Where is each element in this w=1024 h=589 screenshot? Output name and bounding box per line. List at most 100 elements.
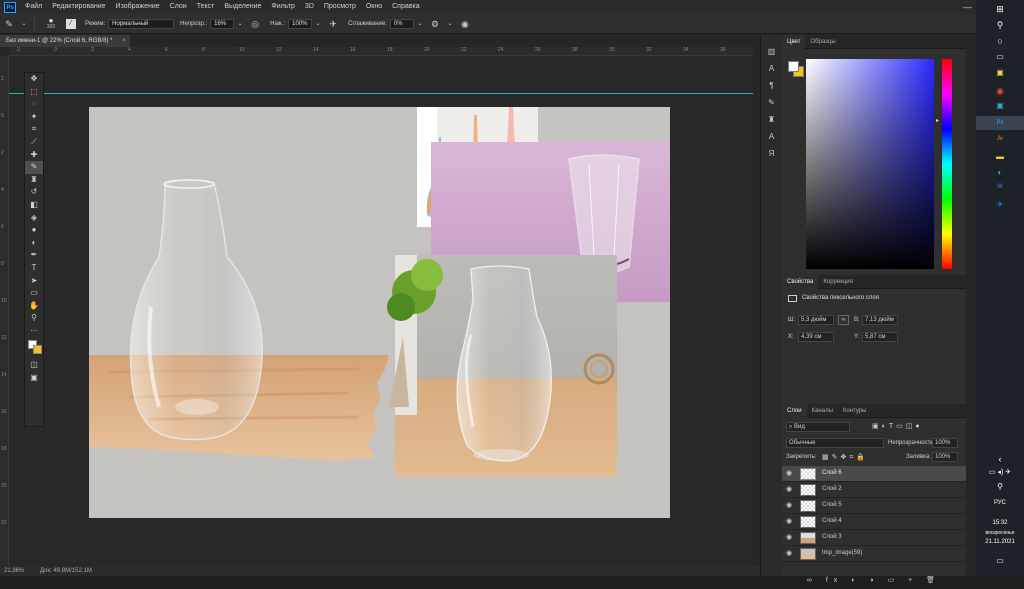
eye-icon[interactable]: ◉ xyxy=(786,485,792,493)
glyphs-panel-icon[interactable]: A xyxy=(761,128,782,145)
quick-mask-icon[interactable]: ◫ xyxy=(25,359,43,372)
menu-layers[interactable]: Слои xyxy=(165,0,192,14)
tab-adjustments[interactable]: Коррекция xyxy=(818,275,858,289)
layer-row[interactable]: ◉ Слой 4 xyxy=(782,514,966,530)
chevron-down-icon[interactable]: ⌄ xyxy=(417,18,423,30)
tab-paths[interactable]: Контуры xyxy=(838,404,872,418)
menu-edit[interactable]: Редактирование xyxy=(47,0,110,14)
clock-time[interactable]: 15:32 xyxy=(976,520,1024,526)
tab-channels[interactable]: Каналы xyxy=(807,404,838,418)
dodge-tool-icon[interactable]: ◐ xyxy=(25,237,43,250)
zoom-level[interactable]: 21,96% xyxy=(4,568,24,574)
color-field[interactable] xyxy=(806,59,934,269)
color-swatches[interactable] xyxy=(25,337,43,359)
smoothing-input[interactable]: 0% xyxy=(389,18,414,29)
x-input[interactable]: 4,39 см xyxy=(798,332,834,342)
brush-preset-picker[interactable]: ● 300 xyxy=(42,16,60,30)
hand-tool-icon[interactable]: ✋ xyxy=(25,300,43,313)
screen-mode-icon[interactable]: ▣ xyxy=(25,372,43,385)
hue-slider[interactable] xyxy=(942,59,952,269)
layer-footer-icons[interactable]: ∞ fx ◐ ◑ ▭ + 🗑 xyxy=(807,577,941,584)
mode-select[interactable]: Нормальный xyxy=(108,18,175,29)
y-input[interactable]: 5,87 см xyxy=(862,332,898,342)
brush-settings-icon[interactable]: ⁄ xyxy=(66,18,76,29)
eye-icon[interactable]: ◉ xyxy=(786,533,792,541)
glyph-style-panel-icon[interactable]: Я xyxy=(761,145,782,162)
pen-tool-icon[interactable]: ✒ xyxy=(25,249,43,262)
magic-wand-tool-icon[interactable]: ✦ xyxy=(25,111,43,124)
ruler-horizontal[interactable]: 2 0 2 4 6 8 10 12 14 16 18 20 22 24 26 28 30 32 34 36 xyxy=(9,47,753,56)
menu-filter[interactable]: Фильтр xyxy=(266,0,300,14)
crop-tool-icon[interactable]: ⌗ xyxy=(25,123,43,136)
store-icon[interactable]: ▣ xyxy=(976,68,1024,77)
character-panel-icon[interactable]: A xyxy=(761,60,782,77)
word-icon[interactable]: W xyxy=(976,184,1024,190)
more-tools-icon[interactable]: ··· xyxy=(25,325,43,338)
language-indicator[interactable]: РУС xyxy=(976,500,1024,506)
hue-slider-handle-icon[interactable]: ▸ xyxy=(936,117,939,124)
blend-mode-select[interactable]: Обычные xyxy=(786,438,884,448)
menu-view[interactable]: Просмотр xyxy=(319,0,361,14)
clone-source-panel-icon[interactable]: ♜ xyxy=(761,111,782,128)
rectangle-tool-icon[interactable]: ▭ xyxy=(25,287,43,300)
app-icon[interactable]: ✈ xyxy=(976,200,1024,209)
move-tool-icon[interactable]: ✥ xyxy=(25,73,43,86)
type-tool-icon[interactable]: T xyxy=(25,262,43,275)
healing-brush-tool-icon[interactable]: ✚ xyxy=(25,149,43,162)
lock-icons[interactable]: ▦✎✥⌗🔒 xyxy=(822,453,868,462)
close-icon[interactable]: × xyxy=(122,35,126,47)
photoshop-taskbar-icon[interactable]: Ps xyxy=(976,116,1024,130)
filter-icons[interactable]: ▣◐T▭◫● xyxy=(872,422,923,430)
layer-row[interactable]: ◉ Слой 3 xyxy=(782,530,966,546)
menu-3d[interactable]: 3D xyxy=(300,0,319,14)
layer-filter-select[interactable]: ⌕ Вид xyxy=(786,422,850,432)
menu-file[interactable]: Файл xyxy=(20,0,47,14)
opacity-input[interactable]: 16% xyxy=(210,18,235,29)
history-panel-icon[interactable]: ▥ xyxy=(761,43,782,60)
brush-tool-icon[interactable]: ✎ xyxy=(3,18,15,30)
eye-icon[interactable]: ◉ xyxy=(786,517,792,525)
flow-input[interactable]: 100% xyxy=(288,18,313,29)
task-view-icon[interactable]: ▭ xyxy=(976,52,1024,61)
pressure-opacity-icon[interactable]: ◎ xyxy=(249,18,261,30)
guide-line[interactable] xyxy=(9,93,753,94)
menu-select[interactable]: Выделение xyxy=(219,0,266,14)
width-input[interactable]: 5,3 дюйм xyxy=(798,315,834,325)
cortana-icon[interactable]: ○ xyxy=(976,36,1024,46)
chevron-down-icon[interactable]: ⌄ xyxy=(237,18,243,30)
layer-row[interactable]: ◉ Слой 6 xyxy=(782,466,966,482)
file-explorer-icon[interactable]: ▬ xyxy=(976,152,1024,161)
menu-image[interactable]: Изображение xyxy=(111,0,165,14)
airbrush-icon[interactable]: ✈ xyxy=(327,18,339,30)
paragraph-panel-icon[interactable]: ¶ xyxy=(761,77,782,94)
clone-stamp-tool-icon[interactable]: ♜ xyxy=(25,174,43,187)
pressure-size-icon[interactable]: ◉ xyxy=(459,18,471,30)
ruler-vertical[interactable]: 2 0 2 4 6 8 10 12 14 16 18 20 22 xyxy=(0,56,9,566)
tab-swatches[interactable]: Образцы xyxy=(805,35,840,49)
eye-icon[interactable]: ◉ xyxy=(786,549,792,557)
layer-row[interactable]: ◉ tmp_image(59) xyxy=(782,546,966,562)
blur-tool-icon[interactable]: ● xyxy=(25,224,43,237)
tab-layers[interactable]: Слои xyxy=(782,403,807,418)
chevron-down-icon[interactable]: ⌄ xyxy=(21,18,27,30)
chevron-down-icon[interactable]: ⌄ xyxy=(315,18,321,30)
foreground-color-swatch[interactable] xyxy=(788,61,799,72)
chevron-down-icon[interactable]: ⌄ xyxy=(447,18,453,30)
menu-window[interactable]: Окно xyxy=(361,0,387,14)
document-tab[interactable]: Без имени-1 @ 22% (Слой 6, RGB/8) * × xyxy=(0,35,130,47)
layer-row[interactable]: ◉ Слой 2 xyxy=(782,482,966,498)
start-icon[interactable]: ⊞ xyxy=(976,4,1024,15)
lasso-tool-icon[interactable]: ◌ xyxy=(25,98,43,111)
marquee-tool-icon[interactable]: ⬚ xyxy=(25,86,43,99)
gear-icon[interactable]: ⚙ xyxy=(429,18,441,30)
minimize-icon[interactable]: — xyxy=(963,0,972,14)
history-brush-tool-icon[interactable]: ↺ xyxy=(25,186,43,199)
edge-icon[interactable]: ◐ xyxy=(976,168,1024,177)
illustrator-icon[interactable]: Ai xyxy=(976,136,1024,142)
eraser-tool-icon[interactable]: ◧ xyxy=(25,199,43,212)
brush-settings-panel-icon[interactable]: ✎ xyxy=(761,94,782,111)
network-icon[interactable]: ⚲ xyxy=(976,482,1024,491)
zoom-tool-icon[interactable]: ⚲ xyxy=(25,312,43,325)
fill-input[interactable]: 100% xyxy=(932,452,958,462)
chrome-icon[interactable]: ◉ xyxy=(976,86,1024,97)
